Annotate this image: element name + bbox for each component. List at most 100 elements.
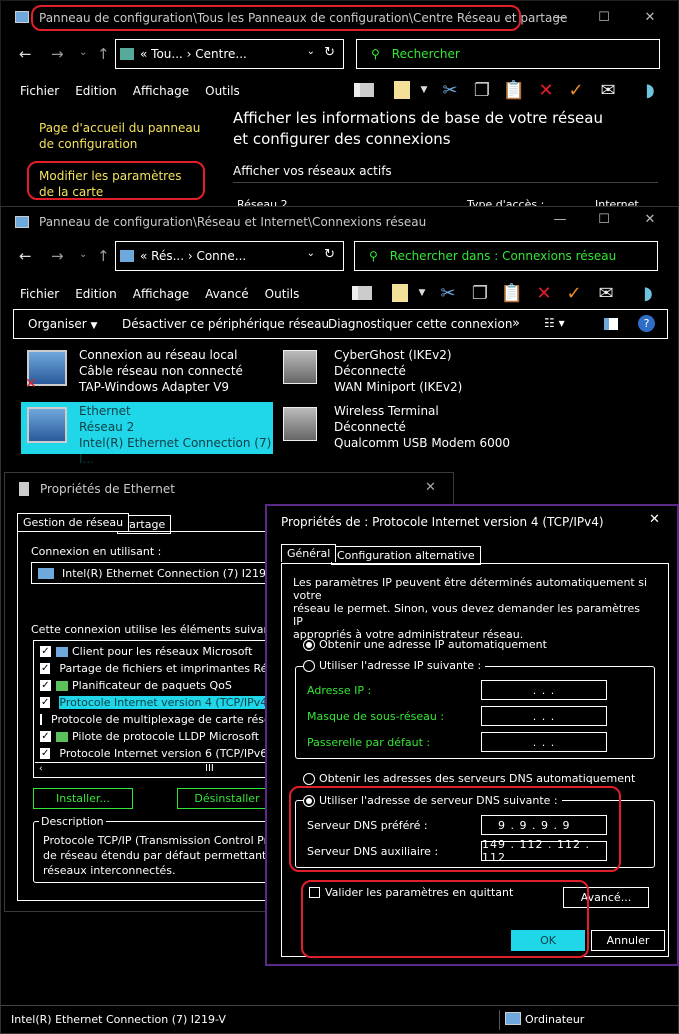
refresh-icon[interactable]: ↻ <box>324 45 335 60</box>
checkbox-checked[interactable]: ✓ <box>40 748 51 759</box>
shell-icon[interactable]: ◗ <box>639 79 661 101</box>
component-item[interactable]: ✓ Planificateur de paquets QoS <box>40 677 266 694</box>
toolbar: ▼ ✂ ❐ 📋 ✕ ✓ ✉ ◗ <box>351 282 671 308</box>
ip-address-field[interactable]: . . . <box>481 680 607 700</box>
cut-icon[interactable]: ✂ <box>439 79 461 101</box>
adapter-ethernet[interactable]: Ethernet Réseau 2 Intel(R) Ethernet Conn… <box>21 402 273 466</box>
preview-pane-icon[interactable] <box>604 318 618 330</box>
up-arrow-icon[interactable]: ↑ <box>97 45 110 63</box>
close-button[interactable]: ✕ <box>425 480 436 495</box>
adapter-cyberghost[interactable]: CyberGhost (IKEv2) Déconnecté WAN Minipo… <box>277 346 527 398</box>
pane-icon[interactable] <box>353 79 375 101</box>
shell-icon[interactable]: ◗ <box>637 282 659 304</box>
help-icon[interactable]: ? <box>638 315 655 332</box>
adapter-wireless-terminal[interactable]: Wireless Terminal Déconnecté Qualcomm US… <box>277 402 527 454</box>
dropdown-icon[interactable]: ⌄ <box>307 46 315 57</box>
organize-button[interactable]: Organiser ▼ <box>28 317 97 331</box>
scroll-left-icon[interactable]: ‹ <box>39 764 43 774</box>
component-item[interactable]: Protocole de multiplexage de carte résea… <box>40 711 266 728</box>
adapter-local[interactable]: ✕ Connexion au réseau local Câble réseau… <box>21 346 271 398</box>
search-input[interactable]: ⚲ Rechercher <box>356 39 660 69</box>
menu-edition[interactable]: Edition <box>75 287 117 301</box>
pane-icon[interactable] <box>351 282 373 304</box>
properties-icon[interactable] <box>389 282 411 304</box>
menu-affichage[interactable]: Affichage <box>133 84 189 98</box>
back-arrow-icon[interactable]: ← <box>19 247 32 265</box>
checkmark-icon[interactable]: ✓ <box>565 79 587 101</box>
checkbox-checked[interactable]: ✓ <box>40 731 51 742</box>
component-item[interactable]: ✓ Protocole Internet version 4 (TCP/IPv4) <box>40 694 266 711</box>
cancel-button[interactable]: Annuler <box>591 930 665 951</box>
menu-edition[interactable]: Edition <box>75 84 117 98</box>
disable-device-button[interactable]: Désactiver ce périphérique réseau <box>122 317 329 331</box>
components-label: Cette connexion utilise les éléments sui… <box>31 623 288 636</box>
sidebar-link-home[interactable]: Page d'accueil du panneau de configurati… <box>39 120 209 152</box>
checkbox-checked[interactable]: ✓ <box>40 646 51 657</box>
paste-icon[interactable]: 📋 <box>501 282 523 304</box>
tab-general[interactable]: Général <box>281 544 337 562</box>
checkbox-checked[interactable]: ✓ <box>40 663 51 674</box>
maximize-button[interactable]: ☐ <box>581 1 627 33</box>
checkbox-checked[interactable]: ✓ <box>40 680 51 691</box>
chevron-down-icon[interactable]: ⌄ <box>79 47 87 58</box>
delete-icon[interactable]: ✕ <box>533 282 555 304</box>
cut-icon[interactable]: ✂ <box>437 282 459 304</box>
address-bar[interactable]: « Rés... › Conne... ⌄ ↻ <box>115 241 344 271</box>
manual-ip-radio[interactable]: Utiliser l'adresse IP suivante : <box>303 657 486 674</box>
forward-arrow-icon[interactable]: → <box>51 45 64 63</box>
close-button[interactable]: ✕ <box>627 203 673 235</box>
component-item[interactable]: ✓ Protocole Internet version 6 (TCP/IPv6) <box>40 745 266 762</box>
address-bar[interactable]: « Tou... › Centre... ⌄ ↻ <box>115 39 344 69</box>
scroll-thumb[interactable]: III <box>205 763 214 774</box>
forward-arrow-icon[interactable]: → <box>51 247 64 265</box>
checkbox-unchecked[interactable] <box>40 714 42 725</box>
close-button[interactable]: ✕ <box>649 512 660 527</box>
component-item[interactable]: ✓ Client pour les réseaux Microsoft <box>40 643 266 660</box>
subnet-mask-field[interactable]: . . . <box>481 706 607 726</box>
mail-icon[interactable]: ✉ <box>595 282 617 304</box>
auto-dns-radio[interactable]: Obtenir les adresses des serveurs DNS au… <box>303 770 635 787</box>
more-commands-button[interactable]: » <box>512 316 520 331</box>
menu-outils[interactable]: Outils <box>265 287 300 301</box>
menu-fichier[interactable]: Fichier <box>20 84 59 98</box>
gateway-field[interactable]: . . . <box>481 732 607 752</box>
menu-affichage[interactable]: Affichage <box>133 287 189 301</box>
maximize-button[interactable]: ☐ <box>581 203 627 235</box>
search-placeholder: Rechercher dans : Connexions réseau <box>389 249 617 263</box>
up-arrow-icon[interactable]: ↑ <box>97 247 110 265</box>
mail-icon[interactable]: ✉ <box>597 79 619 101</box>
diagnose-button[interactable]: Diagnostiquer cette connexion <box>328 317 512 331</box>
component-item[interactable]: ✓ Partage de fichiers et imprimantes Rése… <box>40 660 266 677</box>
empty-ip: . . . <box>532 683 556 697</box>
properties-icon[interactable] <box>391 79 413 101</box>
menu-fichier[interactable]: Fichier <box>20 287 59 301</box>
delete-icon[interactable]: ✕ <box>535 79 557 101</box>
tab-networking[interactable]: Gestion de réseau <box>17 513 130 531</box>
dropdown-icon[interactable]: ⌄ <box>307 248 315 259</box>
checkbox-checked[interactable]: ✓ <box>40 697 51 708</box>
back-arrow-icon[interactable]: ← <box>19 45 32 63</box>
dialog-title: Propriétés de Ethernet <box>40 482 175 496</box>
gateway-label: Passerelle par défaut : <box>307 736 431 749</box>
paste-icon[interactable]: 📋 <box>503 79 525 101</box>
horizontal-scrollbar[interactable]: ‹ III <box>35 762 267 776</box>
chevron-down-icon[interactable]: ⌄ <box>79 249 87 260</box>
checkmark-icon[interactable]: ✓ <box>563 282 585 304</box>
refresh-icon[interactable]: ↻ <box>324 247 335 262</box>
install-button[interactable]: Installer... <box>33 788 133 809</box>
dropdown-icon[interactable]: ▼ <box>413 79 435 101</box>
menu-avance[interactable]: Avancé <box>205 287 249 301</box>
view-options-icon[interactable]: ☷ ▾ <box>544 316 565 330</box>
component-item[interactable]: ✓ Pilote de protocole LLDP Microsoft <box>40 728 266 745</box>
components-list[interactable]: ✓ Client pour les réseaux Microsoft ✓ Parta… <box>33 640 267 778</box>
dropdown-icon[interactable]: ▼ <box>411 282 433 304</box>
search-input[interactable]: ⚲ Rechercher dans : Connexions réseau <box>354 241 658 271</box>
copy-icon[interactable]: ❐ <box>471 79 493 101</box>
minimize-button[interactable]: — <box>537 1 583 33</box>
auto-ip-radio[interactable]: Obtenir une adresse IP automatiquement <box>303 636 547 653</box>
close-button[interactable]: ✕ <box>627 1 673 33</box>
copy-icon[interactable]: ❐ <box>469 282 491 304</box>
uninstall-button[interactable]: Désinstaller <box>177 788 277 809</box>
minimize-button[interactable]: — <box>537 203 583 235</box>
menu-outils[interactable]: Outils <box>205 84 240 98</box>
